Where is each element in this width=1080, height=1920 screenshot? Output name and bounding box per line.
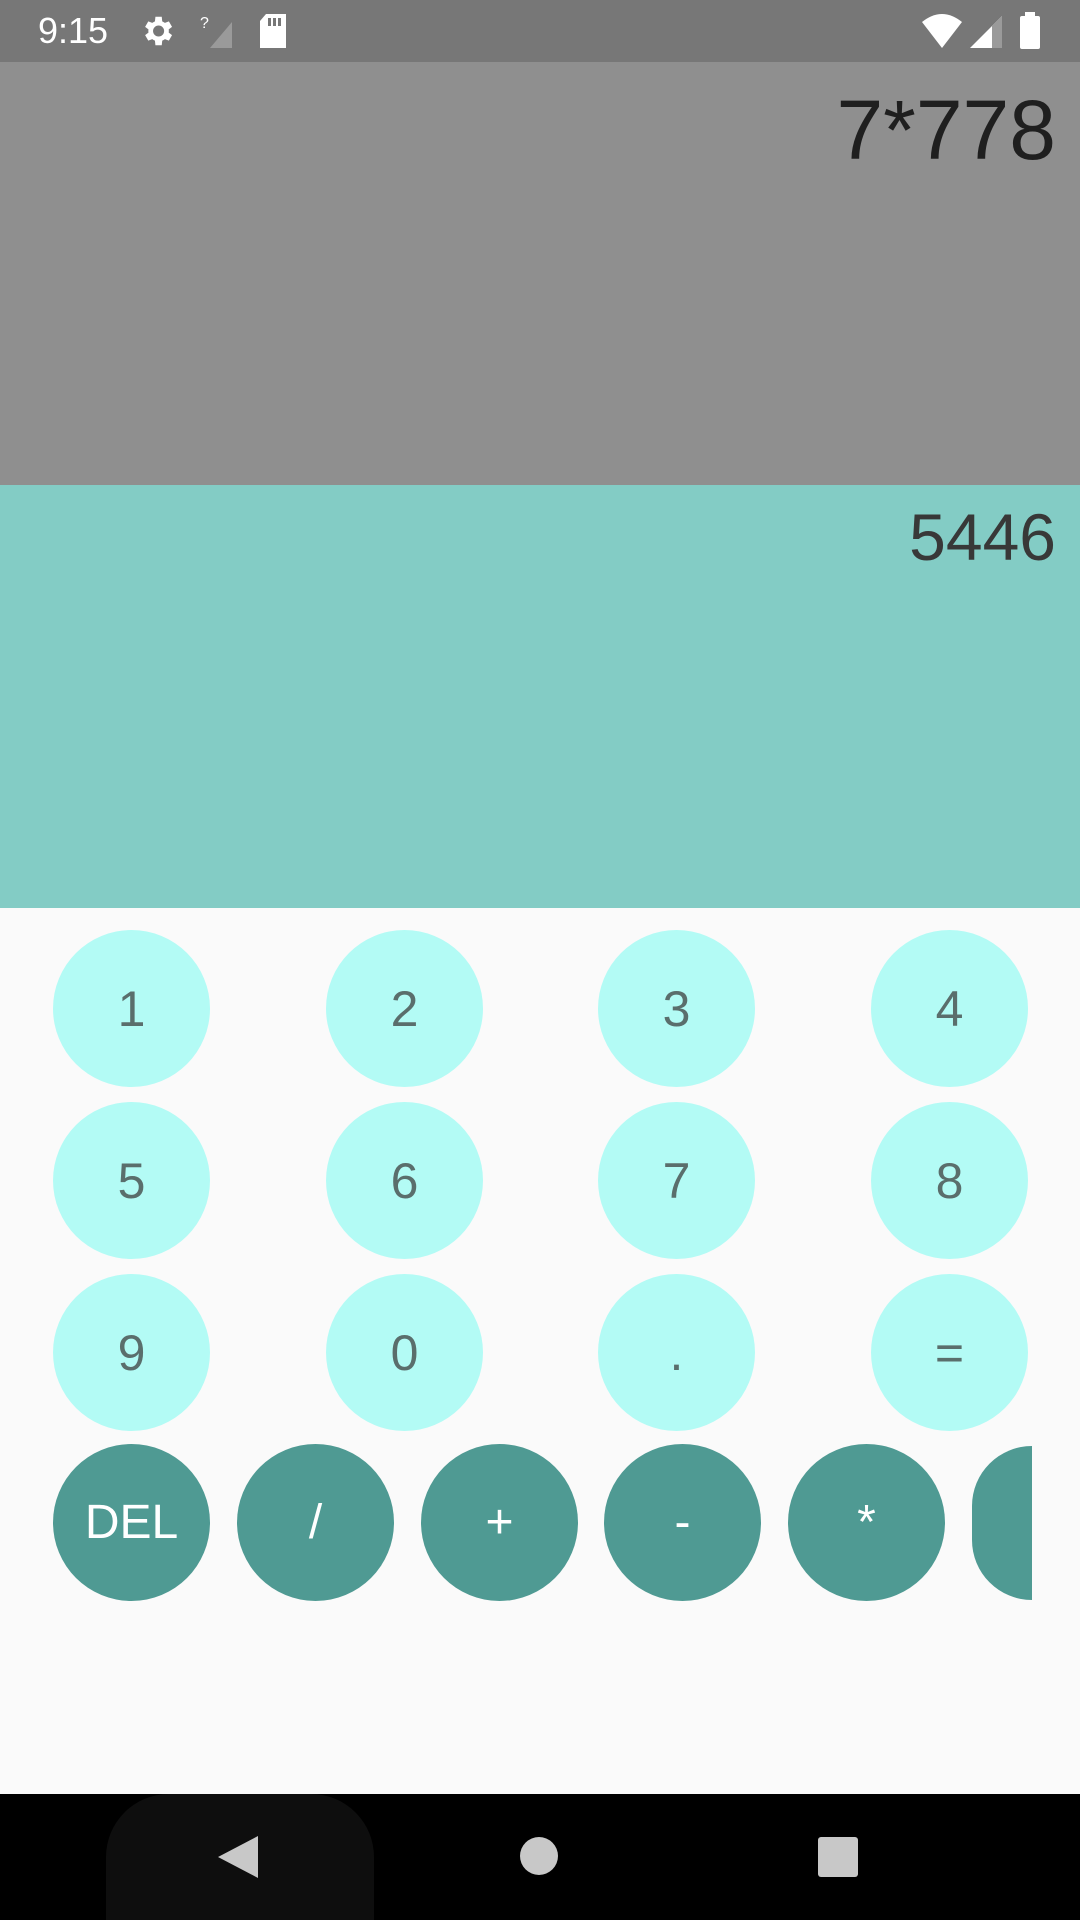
key-5[interactable]: 5 (53, 1102, 210, 1259)
key-multiply[interactable]: * (788, 1444, 945, 1601)
recents-icon[interactable] (817, 1836, 859, 1882)
cell-signal-icon (968, 12, 1004, 54)
key-operator-partial[interactable] (972, 1446, 1032, 1600)
navigation-bar (0, 1794, 1080, 1920)
back-icon[interactable] (216, 1834, 260, 1884)
keypad: 1 2 3 4 5 6 7 8 9 0 . = DEL / + - * (0, 908, 1080, 1794)
key-9[interactable]: 9 (53, 1274, 210, 1431)
key-2[interactable]: 2 (326, 930, 483, 1087)
key-3[interactable]: 3 (598, 930, 755, 1087)
expression-display: 7*778 (0, 62, 1080, 485)
result-display: 5446 (0, 485, 1080, 908)
status-time: 9:15 (38, 10, 109, 51)
key-equals[interactable]: = (871, 1274, 1028, 1431)
key-8[interactable]: 8 (871, 1102, 1028, 1259)
status-bar: 9:15 ? (0, 0, 1080, 62)
sd-card-icon (258, 12, 288, 54)
key-1[interactable]: 1 (53, 930, 210, 1087)
key-delete[interactable]: DEL (53, 1444, 210, 1601)
result-text: 5446 (909, 500, 1056, 574)
expression-text: 7*778 (836, 83, 1056, 177)
no-signal-icon: ? (200, 12, 234, 54)
battery-icon (1018, 12, 1042, 54)
key-decimal[interactable]: . (598, 1274, 755, 1431)
key-4[interactable]: 4 (871, 930, 1028, 1087)
home-icon[interactable] (519, 1836, 559, 1880)
key-0[interactable]: 0 (326, 1274, 483, 1431)
wifi-icon (920, 12, 964, 54)
settings-gear-icon (138, 12, 176, 54)
key-plus[interactable]: + (421, 1444, 578, 1601)
key-7[interactable]: 7 (598, 1102, 755, 1259)
key-divide[interactable]: / (237, 1444, 394, 1601)
key-minus[interactable]: - (604, 1444, 761, 1601)
svg-text:?: ? (200, 15, 209, 32)
key-6[interactable]: 6 (326, 1102, 483, 1259)
